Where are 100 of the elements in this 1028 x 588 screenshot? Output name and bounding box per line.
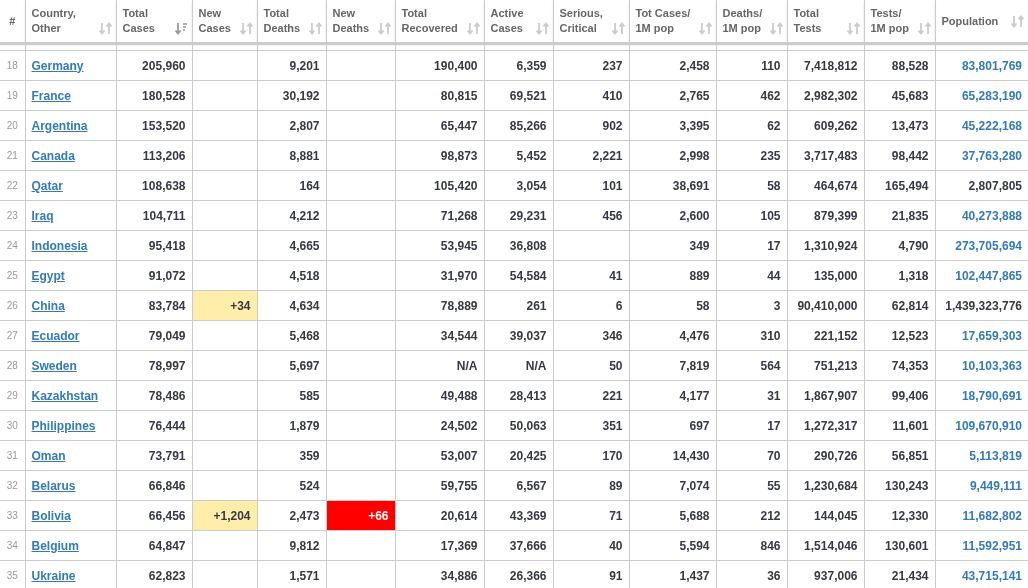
table-cell: 62,823: [116, 560, 192, 588]
population-link[interactable]: 109,670,910: [955, 418, 1022, 433]
population-link[interactable]: 102,447,865: [955, 268, 1022, 283]
population-link[interactable]: 9,449,111: [969, 478, 1022, 493]
column-header: #: [9, 14, 16, 27]
row-number: 26: [0, 290, 25, 321]
population-link[interactable]: 5,113,819: [969, 448, 1022, 463]
table-cell: 205,960: [116, 50, 192, 81]
sort-icon[interactable]: [698, 22, 712, 35]
column-header[interactable]: Total Cases: [122, 6, 155, 36]
table-cell: 62,814: [864, 290, 935, 321]
table-cell: 524: [257, 470, 326, 501]
table-cell: 78,486: [116, 380, 192, 411]
population-link[interactable]: 37,763,280: [961, 148, 1022, 163]
column-header[interactable]: Total Tests: [793, 6, 822, 36]
population-link[interactable]: 273,705,694: [955, 238, 1022, 253]
table-cell: 5,452: [484, 140, 553, 171]
column-header[interactable]: Total Recovered: [401, 6, 458, 36]
table-cell: 879,399: [787, 200, 864, 231]
table-cell: 30,192: [257, 80, 326, 111]
country-link[interactable]: Belarus: [31, 478, 76, 493]
sort-icon[interactable]: [535, 22, 549, 35]
population-link[interactable]: 45,222,168: [961, 118, 1022, 133]
sort-icon[interactable]: [769, 22, 783, 35]
country-link[interactable]: Iraq: [31, 208, 54, 223]
column-header[interactable]: Country, Other: [31, 6, 76, 36]
table-cell: 4,790: [864, 230, 935, 261]
population-link[interactable]: 11,682,802: [962, 508, 1022, 523]
population-link[interactable]: 43,715,141: [961, 568, 1022, 583]
sort-icon[interactable]: [846, 22, 860, 35]
table-cell: 3,054: [484, 170, 553, 201]
column-header[interactable]: Active Cases: [490, 6, 524, 36]
table-cell: 3,717,483: [787, 140, 864, 171]
country-link[interactable]: Canada: [31, 148, 75, 163]
sort-icon[interactable]: [377, 22, 391, 35]
population-link[interactable]: 17,659,303: [961, 328, 1022, 343]
table-cell: 113,206: [116, 140, 192, 171]
population-link[interactable]: 83,801,769: [961, 58, 1022, 73]
country-link[interactable]: Belgium: [31, 538, 79, 553]
population-link[interactable]: 10,103,363: [961, 358, 1022, 373]
country-link[interactable]: China: [31, 298, 65, 313]
country-link[interactable]: Oman: [31, 448, 66, 463]
table-cell: 7,418,812: [787, 50, 864, 81]
country-link[interactable]: Philippines: [31, 418, 96, 433]
population-link[interactable]: 11,592,951: [962, 538, 1022, 553]
row-number: 29: [0, 380, 25, 411]
sort-icon[interactable]: [1011, 14, 1024, 28]
country-link[interactable]: France: [31, 88, 71, 103]
table-cell: 69,521: [484, 80, 553, 111]
table-cell: 4,518: [257, 260, 326, 291]
population-link[interactable]: 40,273,888: [961, 208, 1022, 223]
country-link[interactable]: Sweden: [31, 358, 77, 373]
table-cell: 76,444: [116, 410, 192, 441]
row-number: 31: [0, 440, 25, 471]
row-number: 22: [0, 170, 25, 201]
table-cell: 6: [553, 290, 629, 321]
table-cell: 165,494: [864, 170, 935, 201]
table-cell: 65,447: [395, 110, 484, 141]
table-cell: 98,873: [395, 140, 484, 171]
sort-icon[interactable]: [174, 22, 188, 35]
country-link[interactable]: Egypt: [31, 268, 65, 283]
table-cell: 1,310,924: [787, 230, 864, 261]
table-cell: 13,473: [864, 110, 935, 141]
population-link[interactable]: 65,283,190: [961, 88, 1022, 103]
sort-icon[interactable]: [308, 22, 322, 35]
table-cell: 1,230,684: [787, 470, 864, 501]
table-cell: 12,523: [864, 320, 935, 351]
table-cell: 1,879: [257, 410, 326, 441]
country-link[interactable]: Kazakhstan: [31, 388, 99, 403]
sort-icon[interactable]: [239, 22, 253, 35]
table-cell: 2,765: [629, 80, 716, 111]
table-cell: 261: [484, 290, 553, 321]
sort-icon[interactable]: [611, 22, 625, 35]
row-number: 33: [0, 500, 25, 531]
country-link[interactable]: Qatar: [31, 178, 63, 193]
sort-icon[interactable]: [917, 22, 931, 35]
country-link[interactable]: Ukraine: [31, 568, 76, 583]
table-cell: 190,400: [395, 50, 484, 81]
column-header[interactable]: New Deaths: [332, 6, 370, 36]
country-link[interactable]: Bolivia: [31, 508, 71, 523]
column-header[interactable]: Serious, Critical: [559, 6, 603, 36]
population-link[interactable]: 18,790,691: [961, 388, 1022, 403]
column-header[interactable]: Deaths/ 1M pop: [722, 6, 763, 36]
column-header[interactable]: Population: [941, 13, 999, 29]
table-cell: 44: [716, 260, 787, 291]
country-link[interactable]: Ecuador: [31, 328, 80, 343]
table-cell: 8,881: [257, 140, 326, 171]
table-cell: 7,074: [629, 470, 716, 501]
sort-icon[interactable]: [466, 22, 480, 35]
sort-icon[interactable]: [98, 22, 112, 35]
column-header[interactable]: Tests/ 1M pop: [870, 6, 909, 36]
table-cell: 1,272,317: [787, 410, 864, 441]
table-cell: 17,369: [395, 530, 484, 561]
country-link[interactable]: Argentina: [31, 118, 88, 133]
column-header[interactable]: New Cases: [198, 6, 231, 36]
column-header[interactable]: Tot Cases/ 1M pop: [635, 6, 691, 36]
column-header[interactable]: Total Deaths: [263, 6, 301, 36]
table-cell: 31,970: [395, 260, 484, 291]
country-link[interactable]: Germany: [31, 58, 84, 73]
country-link[interactable]: Indonesia: [31, 238, 88, 253]
